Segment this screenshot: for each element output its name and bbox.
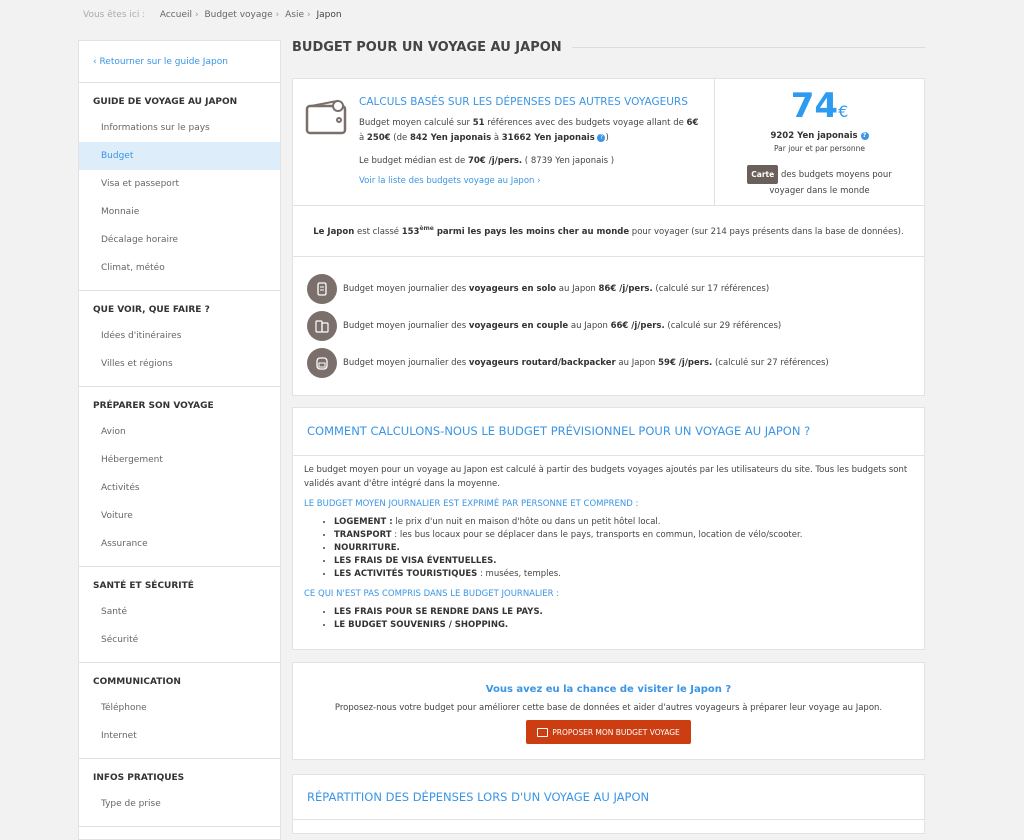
summary-range-text: Budget moyen calculé sur 51 références a… <box>359 118 699 143</box>
sidebar-item[interactable]: Internet <box>79 722 280 750</box>
wallet-icon <box>537 727 549 737</box>
page-title: BUDGET POUR UN VOYAGE AU JAPON <box>292 40 562 55</box>
included-item: LES ACTIVITÉS TOURISTIQUES : musées, tem… <box>334 568 913 581</box>
excluded-item: LES FRAIS POUR SE RENDRE DANS LE PAYS. <box>334 606 913 619</box>
breadcrumb-budget[interactable]: Budget voyage <box>204 10 272 20</box>
method-card: COMMENT CALCULONS-NOUS LE BUDGET PRÉVISI… <box>292 407 925 650</box>
excluded-title: CE QUI N'EST PAS COMPRIS DANS LE BUDGET … <box>304 589 560 599</box>
excluded-item: LE BUDGET SOUVENIRS / SHOPPING. <box>334 619 913 632</box>
sidebar-item[interactable]: Informations sur le pays <box>79 114 280 142</box>
repartition-card: RÉPARTITION DES DÉPENSES LORS D'UN VOYAG… <box>292 774 925 834</box>
summary-median-text: Le budget médian est de 70€ /j/pers. ( 8… <box>359 156 615 166</box>
breadcrumb-home[interactable]: Accueil <box>160 10 192 20</box>
included-title: LE BUDGET MOYEN JOURNALIER EST EXPRIMÉ P… <box>304 499 639 509</box>
sidebar-section-title: QUE VOIR, QUE FAIRE ? <box>93 305 210 315</box>
sidebar-item[interactable]: Idées d'itinéraires <box>79 322 280 350</box>
sidebar-item[interactable]: Hébergement <box>79 446 280 474</box>
back-to-guide-link[interactable]: ‹ Retourner sur le guide Japon <box>79 41 280 83</box>
sidebar-section: COMMUNICATION Téléphone Internet <box>79 663 280 759</box>
two-suitcases-icon <box>307 310 337 341</box>
sidebar: ‹ Retourner sur le guide Japon GUIDE DE … <box>78 40 281 840</box>
traveller-budget-row: Budget moyen journalier des voyageurs en… <box>307 307 910 344</box>
sidebar-item[interactable]: Visa et passeport <box>79 170 280 198</box>
sidebar-item[interactable]: Santé <box>79 598 280 626</box>
sidebar-section: QUE VOIR, QUE FAIRE ? Idées d'itinéraires… <box>79 291 280 387</box>
sidebar-item[interactable]: Monnaie <box>79 198 280 226</box>
ranking-text: Le Japon est classé 153ème parmi les pay… <box>293 206 924 257</box>
propose-budget-button[interactable]: PROPOSER MON BUDGET VOYAGE <box>526 720 691 744</box>
sidebar-item[interactable]: Téléphone <box>79 694 280 722</box>
sidebar-item[interactable]: Décalage horaire <box>79 226 280 254</box>
suitcase-icon <box>307 273 337 304</box>
sidebar-item[interactable]: Voiture <box>79 502 280 530</box>
wallet-icon <box>305 99 347 135</box>
per-day-label: Par jour et par personne <box>774 144 865 153</box>
sidebar-item[interactable]: Type de prise <box>79 790 280 818</box>
sidebar-section-title: SANTÉ ET SÉCURITÉ <box>93 581 194 591</box>
breadcrumb-current: Japon <box>316 10 342 20</box>
average-yen: 9202 Yen japonais <box>770 131 858 141</box>
traveller-budget-row: Budget moyen journalier des voyageurs en… <box>307 270 910 307</box>
repartition-heading: RÉPARTITION DES DÉPENSES LORS D'UN VOYAG… <box>293 775 924 820</box>
sidebar-section-title: GUIDE DE VOYAGE AU JAPON <box>93 97 238 107</box>
included-item: TRANSPORT : les bus locaux pour se dépla… <box>334 529 913 542</box>
method-heading: COMMENT CALCULONS-NOUS LE BUDGET PRÉVISI… <box>293 408 924 456</box>
sidebar-section: PRÉPARER SON VOYAGE Avion Hébergement Activ… <box>79 387 280 567</box>
breadcrumb-asia[interactable]: Asie <box>285 10 304 20</box>
summary-heading: CALCULS BASÉS SUR LES DÉPENSES DES AUTRE… <box>359 96 688 108</box>
backpack-icon <box>307 347 337 378</box>
sidebar-section: SANTÉ ET SÉCURITÉ Santé Sécurité <box>79 567 280 663</box>
included-item: LES FRAIS DE VISA ÉVENTUELLES. <box>334 555 913 568</box>
breadcrumb-label: Vous êtes ici : <box>83 10 146 20</box>
method-intro: Le budget moyen pour un voyage au Japon … <box>304 465 908 489</box>
included-item: LOGEMENT : le prix d'un nuit en maison d… <box>334 516 913 529</box>
sidebar-item[interactable]: Climat, météo <box>79 254 280 282</box>
sidebar-section-title: PRÉPARER SON VOYAGE <box>93 401 214 411</box>
sidebar-item[interactable]: Budget <box>79 142 280 170</box>
sidebar-section-title: COMMUNICATION <box>93 677 181 687</box>
help-icon[interactable]: ? <box>860 131 869 140</box>
sidebar-section: GUIDE DE VOYAGE AU JAPON Informations sur… <box>79 83 280 291</box>
sidebar-item[interactable]: Avion <box>79 418 280 446</box>
sidebar-item[interactable]: Activités <box>79 474 280 502</box>
cta-heading: Vous avez eu la chance de visiter le Jap… <box>485 684 732 695</box>
sidebar-item[interactable]: Sécurité <box>79 626 280 654</box>
included-item: NOURRITURE. <box>334 542 913 555</box>
budget-summary-card: CALCULS BASÉS SUR LES DÉPENSES DES AUTRE… <box>292 78 925 396</box>
budget-list-link[interactable]: Voir la liste des budgets voyage au Japo… <box>359 176 702 186</box>
traveller-budget-row: Budget moyen journalier des voyageurs ro… <box>307 344 910 381</box>
breadcrumb: Vous êtes ici : Accueil › Budget voyage › … <box>83 10 342 20</box>
sidebar-section-title: INFOS PRATIQUES <box>93 773 185 783</box>
help-icon[interactable]: ? <box>597 133 606 142</box>
page-title-bar: BUDGET POUR UN VOYAGE AU JAPON <box>292 40 925 55</box>
map-description: des budgets moyens pour voyager dans le … <box>769 170 892 196</box>
sidebar-section: INFOS PRATIQUES Type de prise <box>79 759 280 827</box>
average-budget: 74€ <box>790 86 849 126</box>
sidebar-item[interactable]: Villes et régions <box>79 350 280 378</box>
sidebar-item[interactable]: Assurance <box>79 530 280 558</box>
propose-budget-card: Vous avez eu la chance de visiter le Jap… <box>292 662 925 760</box>
cta-text: Proposez-nous votre budget pour améliore… <box>334 703 883 713</box>
world-map-button[interactable]: Carte <box>747 165 779 184</box>
